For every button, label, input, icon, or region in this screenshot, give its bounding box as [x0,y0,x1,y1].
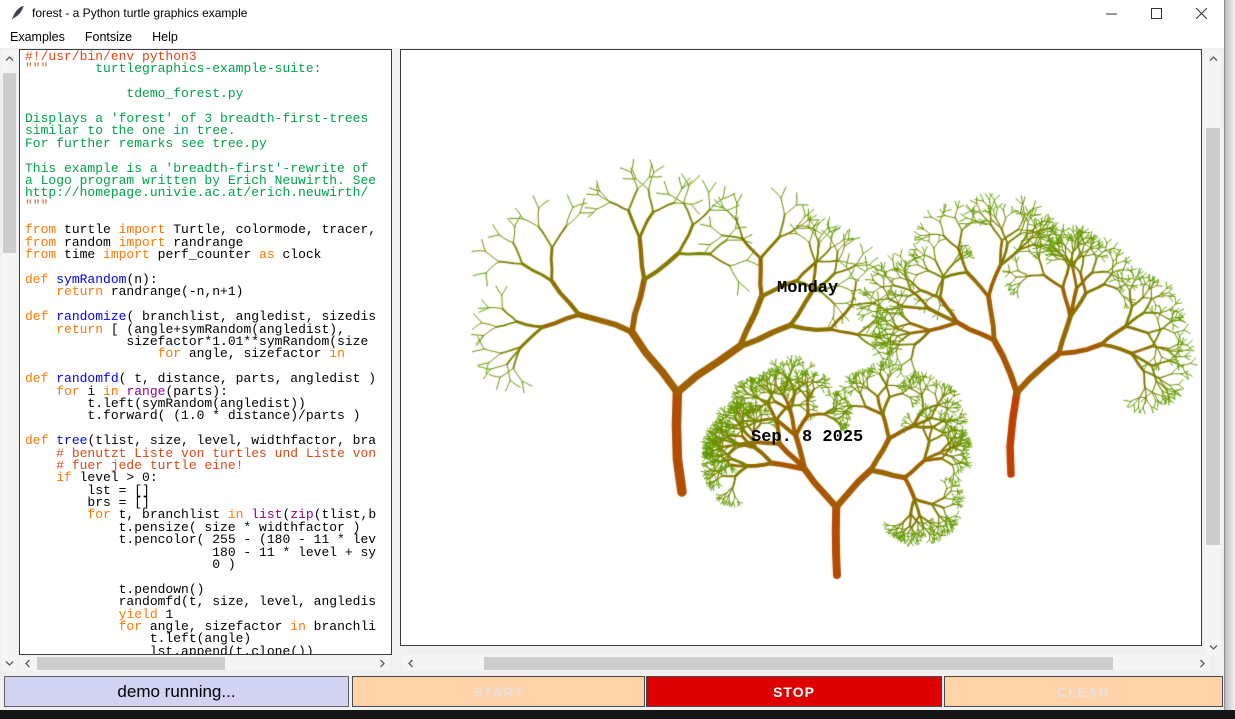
status-message: demo running... [4,676,349,707]
canvas-scroll-down-button[interactable] [1205,639,1221,655]
code-line: 0 ) [25,559,376,571]
code-line: http://homepage.univie.ac.at/erich.neuwi… [25,187,376,199]
maximize-icon [1151,8,1162,19]
code-line: lst.append(t.clone()) [25,646,376,655]
code-line: For further remarks see tree.py [25,138,376,150]
menu-examples[interactable]: Examples [0,28,75,47]
code-line: t.forward( (1.0 * distance)/parts ) [25,410,376,422]
code-scroll-right-button[interactable] [374,655,390,671]
code-line: from time import perf_counter as clock [25,249,376,261]
chevron-down-icon [5,661,14,666]
menu-help[interactable]: Help [142,28,188,47]
canvas-scroll-left-button[interactable] [402,655,418,671]
canvas-text-date: Sep. 8 2025 [751,428,863,447]
canvas-scroll-right-button[interactable] [1194,655,1210,671]
code-line: return randrange(-n,n+1) [25,286,376,298]
minimize-icon [1106,8,1117,19]
stop-button[interactable]: STOP [646,676,942,707]
chevron-up-icon [5,56,14,61]
window-bottom-border [0,710,1235,719]
chevron-up-icon [1209,56,1218,61]
close-button[interactable] [1179,0,1224,27]
code-vertical-scrollbar-thumb[interactable] [3,73,16,253]
window-title: forest - a Python turtle graphics exampl… [32,6,247,20]
code-scroll-left-button[interactable] [19,655,35,671]
start-button[interactable]: START [352,676,645,707]
canvas-text-weekday: Monday [777,279,838,298]
source-code-text: #!/usr/bin/env python3""" turtlegraphics… [25,51,376,655]
code-scroll-down-button[interactable] [2,655,17,671]
code-line: tdemo_forest.py [25,88,376,100]
code-line: """ turtlegraphics-example-suite: [25,63,376,75]
minimize-button[interactable] [1089,0,1134,27]
menu-bar: Examples Fontsize Help [0,27,1224,48]
clear-button[interactable]: CLEAR [944,676,1223,707]
source-code-viewer[interactable]: #!/usr/bin/env python3""" turtlegraphics… [19,49,392,655]
chevron-left-icon [25,659,30,668]
chevron-right-icon [1200,659,1205,668]
chevron-down-icon [1209,645,1218,650]
code-line: for angle, sizefactor in [25,348,376,360]
chevron-right-icon [380,659,385,668]
turtle-canvas [401,50,1199,643]
chevron-left-icon [408,659,413,668]
maximize-button[interactable] [1134,0,1179,27]
menu-fontsize[interactable]: Fontsize [75,28,142,47]
canvas-horizontal-scrollbar-thumb[interactable] [484,657,1113,670]
turtle-graphics-area: Monday Sep. 8 2025 [400,49,1202,646]
app-feather-icon [10,5,26,21]
code-line: """ [25,200,376,212]
close-icon [1196,8,1207,19]
canvas-scroll-up-button[interactable] [1205,50,1221,66]
canvas-vertical-scrollbar-thumb[interactable] [1206,128,1220,545]
code-scroll-up-button[interactable] [2,50,17,66]
code-horizontal-scrollbar-thumb[interactable] [37,657,225,670]
window-edge [1224,0,1235,710]
title-bar: forest - a Python turtle graphics exampl… [0,0,1224,27]
